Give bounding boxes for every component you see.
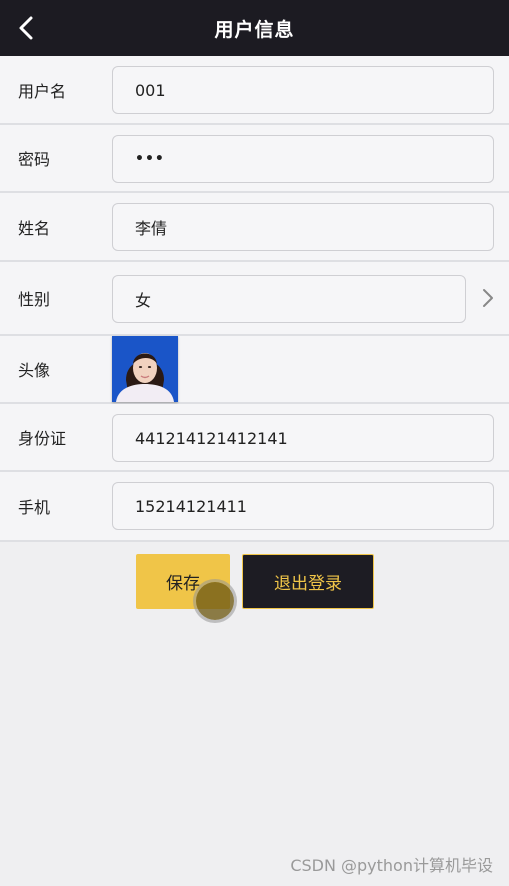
user-info-page: 用户信息 用户名 001 密码 ••• 姓名 李倩 性别 女 头像 身份证 44…: [0, 0, 509, 886]
form-row-id-card: 身份证 441214121412141: [0, 404, 509, 472]
chevron-left-icon: [19, 16, 33, 40]
password-label: 密码: [18, 150, 51, 169]
app-header: 用户信息: [0, 0, 509, 56]
gender-chevron-button[interactable]: [479, 287, 497, 309]
portrait-photo: [112, 336, 178, 402]
name-label: 姓名: [18, 218, 51, 238]
form-row-password: 密码 •••: [0, 125, 509, 193]
username-label: 用户名: [18, 81, 67, 101]
phone-input[interactable]: 15214121411: [112, 482, 494, 530]
id-card-input[interactable]: 441214121412141: [112, 414, 494, 462]
username-input[interactable]: 001: [112, 66, 494, 114]
gender-select[interactable]: 女: [112, 275, 466, 323]
form-row-name: 姓名 李倩: [0, 193, 509, 262]
form-row-phone: 手机 15214121411: [0, 472, 509, 542]
name-input[interactable]: 李倩: [112, 203, 494, 251]
chevron-right-icon: [483, 289, 493, 307]
avatar-image[interactable]: [112, 336, 178, 402]
password-input[interactable]: •••: [112, 135, 494, 183]
back-button[interactable]: [10, 12, 42, 44]
phone-label: 手机: [18, 498, 51, 517]
form-row-username: 用户名 001: [0, 56, 509, 125]
gender-label: 性别: [18, 290, 51, 309]
user-form: 用户名 001 密码 ••• 姓名 李倩 性别 女 头像 身份证 4412141…: [0, 56, 509, 542]
avatar-label: 头像: [18, 361, 51, 380]
password-mask: •••: [135, 151, 165, 167]
id-card-label: 身份证: [18, 429, 67, 448]
logout-button[interactable]: 退出登录: [242, 554, 374, 609]
page-title: 用户信息: [214, 18, 295, 41]
form-row-avatar: 头像: [0, 336, 509, 404]
watermark-text: CSDN @python计算机毕设: [290, 856, 493, 875]
form-row-gender: 性别 女: [0, 262, 509, 336]
touch-cursor-indicator: [196, 582, 234, 620]
action-buttons: 保存 退出登录: [0, 554, 509, 610]
